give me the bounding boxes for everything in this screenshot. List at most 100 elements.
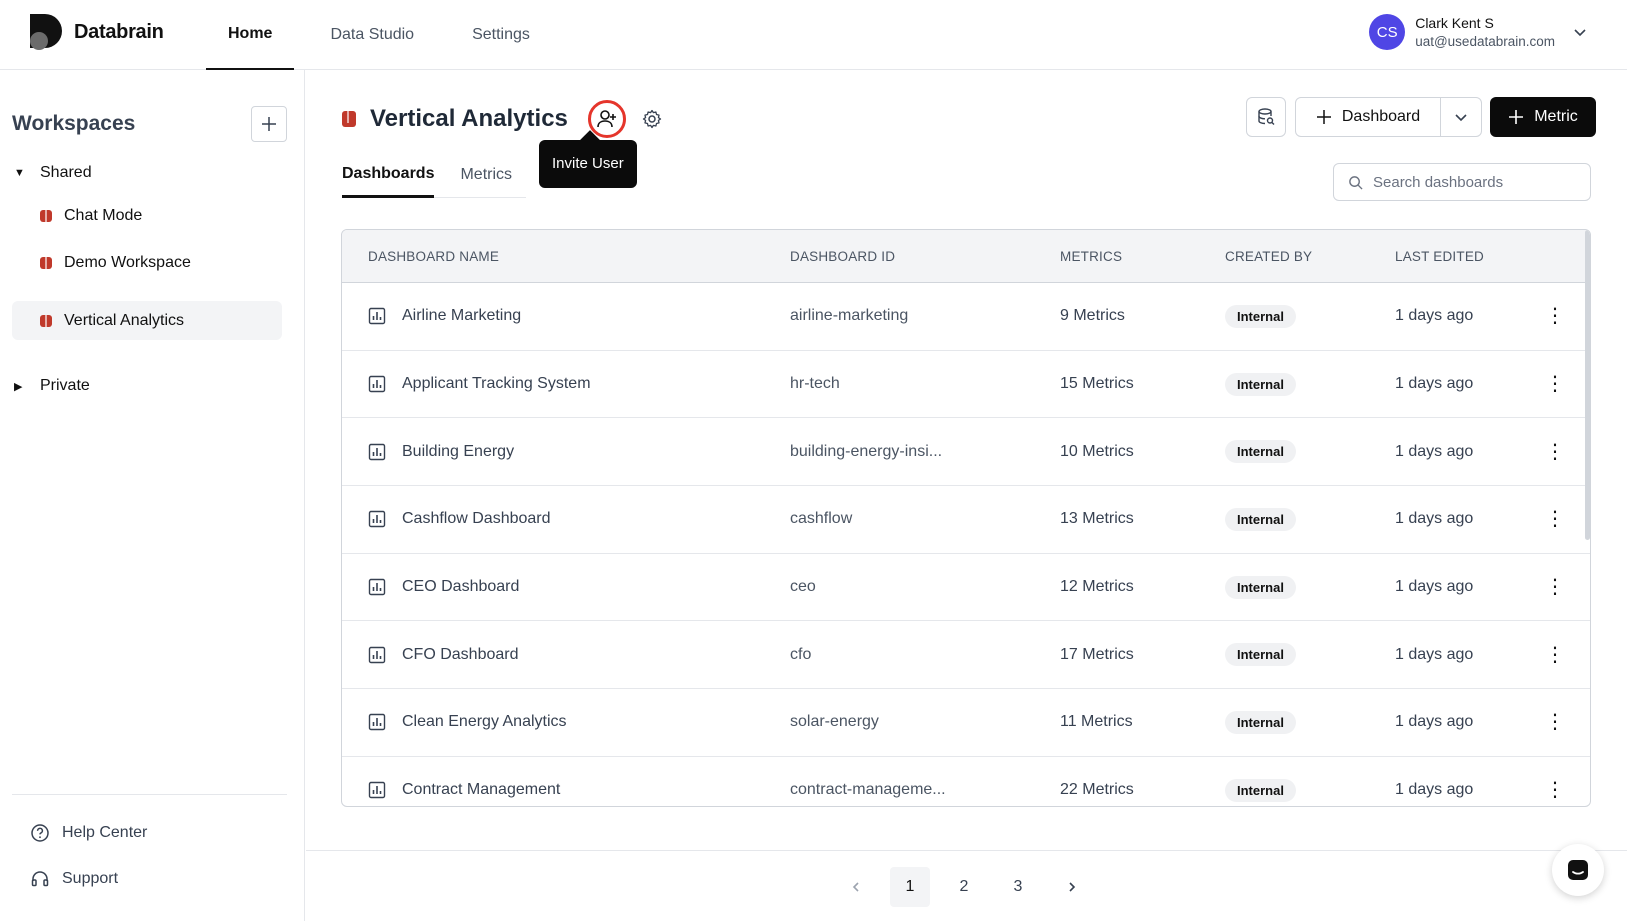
nav-home[interactable]: Home [206,0,295,70]
col-header-created-by[interactable]: CREATED BY [1225,249,1395,264]
chevron-down-icon [1455,114,1467,122]
search-input[interactable] [1373,173,1573,191]
created-by-badge: Internal [1225,304,1296,328]
more-options-icon[interactable]: ⋮ [1545,442,1565,462]
more-options-icon[interactable]: ⋮ [1545,577,1565,597]
more-options-icon[interactable]: ⋮ [1545,712,1565,732]
col-header-metrics[interactable]: METRICS [1060,249,1225,264]
search-box [1333,163,1591,201]
sidebar-item-vertical-analytics[interactable]: Vertical Analytics [12,301,282,340]
chat-widget-button[interactable] [1552,844,1604,896]
dashboard-name[interactable]: CFO Dashboard [402,646,519,664]
chevron-right-icon [1069,882,1076,892]
table-scrollbar[interactable] [1585,230,1590,540]
more-options-icon[interactable]: ⋮ [1545,374,1565,394]
more-options-icon[interactable]: ⋮ [1545,306,1565,326]
dashboard-name[interactable]: Contract Management [402,781,560,799]
more-options-icon[interactable]: ⋮ [1545,509,1565,529]
dashboard-name[interactable]: Airline Marketing [402,307,521,325]
sidebar-item-chat-mode[interactable]: Chat Mode [12,196,282,235]
invite-user-button[interactable] [587,100,626,138]
dashboard-icon [368,781,386,799]
dashboard-icon [368,443,386,461]
sidebar-item-label: Demo Workspace [64,253,191,271]
dashboard-icon [368,375,386,393]
nav-settings[interactable]: Settings [450,0,552,70]
databrain-logo-icon [28,14,64,50]
dashboard-options-dropdown[interactable] [1441,98,1481,136]
sidebar-item-label: Vertical Analytics [64,311,185,329]
support-label: Support [62,870,119,887]
sidebar-item-demo-workspace[interactable]: Demo Workspace [12,243,282,282]
dashboard-id: hr-tech [790,375,840,393]
page-header: Vertical Analytics [342,100,664,138]
tab-dashboards[interactable]: Dashboards [342,152,435,198]
group-label: Private [40,377,90,394]
table-row[interactable]: CFO Dashboard cfo 17 Metrics Internal 1 days… [342,621,1590,690]
support-link[interactable]: Support [30,869,118,889]
headset-icon [31,871,49,887]
group-shared[interactable]: ▼ Shared [14,164,92,182]
nav-data-studio[interactable]: Data Studio [308,0,436,70]
dashboard-icon [368,713,386,731]
dashboard-id: solar-energy [790,713,879,731]
created-by-badge: Internal [1225,778,1296,802]
table-row[interactable]: Applicant Tracking System hr-tech 15 Metri… [342,351,1590,419]
metrics-count: 17 Metrics [1060,645,1134,663]
table-row[interactable]: Contract Management contract-manageme... 2… [342,757,1590,806]
last-edited: 1 days ago [1395,578,1474,596]
invite-user-tooltip: Invite User [539,140,637,188]
dashboard-name[interactable]: Applicant Tracking System [402,375,591,393]
pagination: 1 2 3 [836,867,1092,907]
col-header-last-edited[interactable]: LAST EDITED [1395,249,1525,264]
database-search-icon [1258,108,1275,125]
group-private[interactable]: ▶ Private [14,377,90,395]
dashboards-table: DASHBOARD NAME DASHBOARD ID METRICS CREA… [341,229,1591,807]
table-row[interactable]: Clean Energy Analytics solar-energy 11 Met… [342,689,1590,757]
page-3-button[interactable]: 3 [998,867,1038,907]
chevron-left-icon [852,882,859,892]
col-header-id[interactable]: DASHBOARD ID [790,249,1060,264]
table-row[interactable]: Building Energy building-energy-insi... 10… [342,418,1590,487]
dashboard-icon [368,307,386,325]
page-1-button[interactable]: 1 [890,867,930,907]
sidebar-item-label: Chat Mode [64,206,143,224]
datasource-button[interactable] [1246,97,1286,137]
user-menu[interactable]: CS Clark Kent S uat@usedatabrain.com [1369,14,1587,50]
page-title: Vertical Analytics [370,105,568,132]
tab-metrics[interactable]: Metrics [460,152,512,198]
table-row[interactable]: Airline Marketing airline-marketing 9 Metr… [342,283,1590,351]
main-content: Vertical Analytics Invite User Dashboard… [306,70,1627,921]
table-row[interactable]: Cashflow Dashboard cashflow 13 Metrics Inte… [342,486,1590,554]
last-edited: 1 days ago [1395,781,1474,799]
dashboard-name[interactable]: Cashflow Dashboard [402,510,551,528]
dashboard-name[interactable]: Clean Energy Analytics [402,713,567,731]
more-options-icon[interactable]: ⋮ [1545,780,1565,800]
page-2-button[interactable]: 2 [944,867,984,907]
next-page-button[interactable] [1052,867,1092,907]
content-tabs: Dashboards Metrics [342,152,526,198]
help-center-link[interactable]: Help Center [30,823,147,843]
last-edited: 1 days ago [1395,713,1474,731]
dashboard-id: building-energy-insi... [790,442,943,460]
last-edited: 1 days ago [1395,375,1474,393]
pager-divider [306,850,1627,851]
add-metric-button[interactable]: Metric [1490,97,1596,137]
prev-page-button[interactable] [836,867,876,907]
dashboard-id: ceo [790,578,816,596]
caret-down-icon: ▼ [14,167,25,179]
logo[interactable]: Databrain [28,14,164,50]
created-by-badge: Internal [1225,710,1296,734]
help-center-label: Help Center [62,824,148,841]
add-workspace-button[interactable] [251,106,287,142]
dashboard-name[interactable]: Building Energy [402,443,514,461]
workspace-settings-button[interactable] [640,107,664,131]
more-options-icon[interactable]: ⋮ [1545,645,1565,665]
table-row[interactable]: CEO Dashboard ceo 12 Metrics Internal 1 days… [342,554,1590,622]
add-dashboard-button[interactable]: Dashboard [1296,98,1441,136]
col-header-name[interactable]: DASHBOARD NAME [342,249,790,264]
dashboard-name[interactable]: CEO Dashboard [402,578,519,596]
workspace-icon [40,314,52,327]
dashboard-icon [368,510,386,528]
last-edited: 1 days ago [1395,510,1474,528]
